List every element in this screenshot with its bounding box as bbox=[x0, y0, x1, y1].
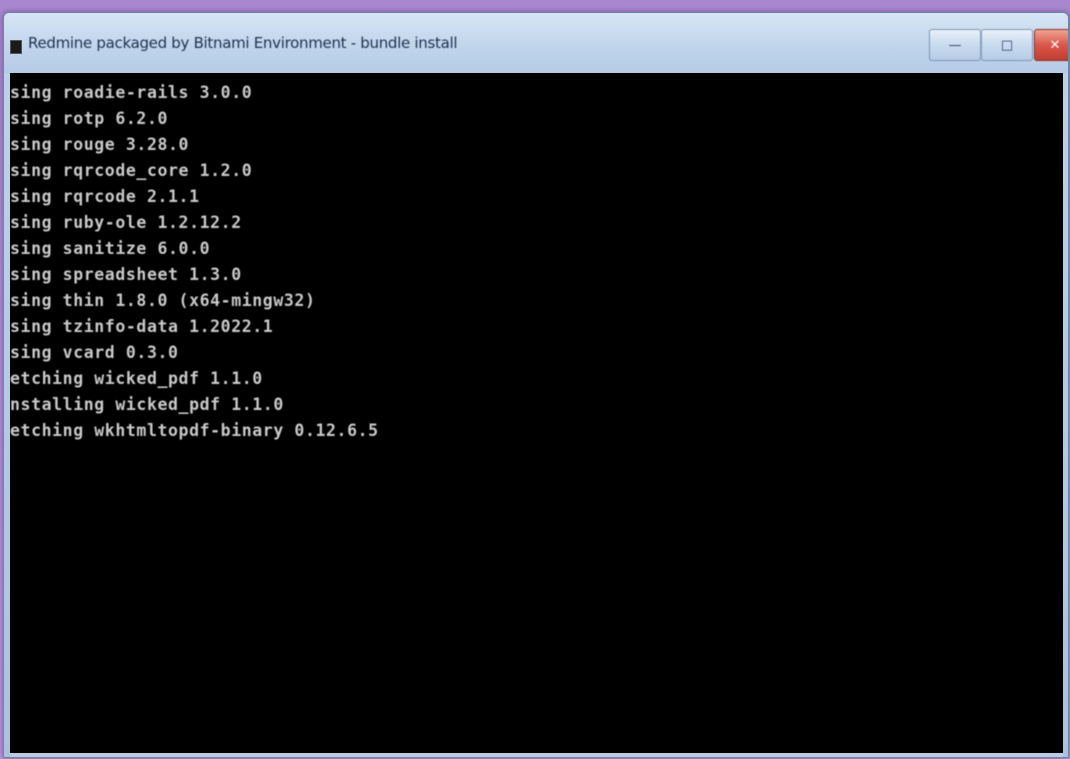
close-button[interactable]: ✕ bbox=[1034, 29, 1068, 61]
console-line: sing rouge 3.28.0 bbox=[10, 135, 190, 154]
window-bottom-frame bbox=[10, 753, 1063, 757]
console-line: sing spreadsheet 1.3.0 bbox=[10, 265, 242, 284]
console-line: sing thin 1.8.0 (x64-mingw32) bbox=[10, 291, 316, 310]
window-title-bar[interactable]: Redmine packaged by Bitnami Environment … bbox=[4, 13, 1068, 73]
console-window[interactable]: Redmine packaged by Bitnami Environment … bbox=[3, 12, 1069, 758]
minimize-button[interactable]: — bbox=[929, 29, 981, 61]
console-line: nstalling wicked_pdf 1.1.0 bbox=[10, 395, 284, 414]
console-line: sing tzinfo-data 1.2022.1 bbox=[10, 317, 274, 336]
console-line: sing sanitize 6.0.0 bbox=[10, 239, 211, 258]
console-line: etching wkhtmltopdf-binary 0.12.6.5 bbox=[10, 421, 379, 440]
console-line: sing ruby-ole 1.2.12.2 bbox=[10, 213, 242, 232]
minimize-icon: — bbox=[948, 37, 962, 53]
console-output[interactable]: sing roadie-rails 3.0.0 sing rotp 6.2.0 … bbox=[10, 73, 1063, 753]
console-line: etching wicked_pdf 1.1.0 bbox=[10, 369, 263, 388]
console-line: sing rqrcode 2.1.1 bbox=[10, 187, 200, 206]
console-line: sing roadie-rails 3.0.0 bbox=[10, 83, 253, 102]
console-line: sing rotp 6.2.0 bbox=[10, 109, 169, 128]
console-line: sing vcard 0.3.0 bbox=[10, 343, 179, 362]
maximize-icon: □ bbox=[1000, 37, 1014, 53]
window-title: Redmine packaged by Bitnami Environment … bbox=[28, 34, 458, 52]
desktop-background: Redmine packaged by Bitnami Environment … bbox=[0, 0, 1070, 759]
maximize-button[interactable]: □ bbox=[981, 29, 1033, 61]
close-icon: ✕ bbox=[1049, 37, 1061, 53]
console-app-icon[interactable] bbox=[10, 40, 22, 54]
console-line: sing rqrcode_core 1.2.0 bbox=[10, 161, 253, 180]
